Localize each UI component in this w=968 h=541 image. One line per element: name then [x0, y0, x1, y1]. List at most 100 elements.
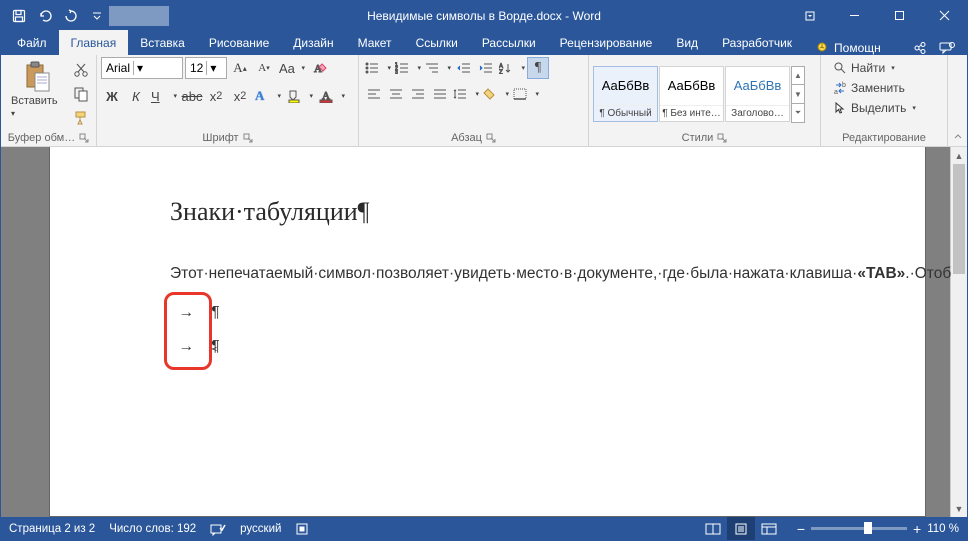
- style-normal[interactable]: АаБбВв ¶ Обычный: [593, 66, 658, 122]
- decrease-indent-button[interactable]: [453, 57, 475, 79]
- paste-button[interactable]: Вставить ▾: [5, 57, 68, 123]
- replace-button[interactable]: abЗаменить: [829, 79, 909, 97]
- group-paragraph: ▾ 123▾ ▾ AZ▾ ¶ ▾ ▾ ▾ Абз: [359, 55, 589, 146]
- bold-button[interactable]: Ж: [101, 85, 123, 107]
- align-center-button[interactable]: [385, 83, 407, 105]
- align-right-button[interactable]: [407, 83, 429, 105]
- font-size-combo[interactable]: 12▾: [185, 57, 227, 79]
- document-area: Знаки·табуляции¶ Этот·непечатаемый·симво…: [1, 147, 967, 517]
- paragraph-launcher[interactable]: [486, 133, 496, 143]
- select-button[interactable]: Выделить▾: [829, 99, 920, 117]
- numbering-button[interactable]: 123▾: [393, 57, 423, 79]
- italic-button[interactable]: К: [125, 85, 147, 107]
- scroll-up[interactable]: ▲: [951, 147, 967, 164]
- group-editing: Найти▾ abЗаменить Выделить▾ Редактирован…: [821, 55, 947, 146]
- zoom-out-button[interactable]: −: [797, 521, 805, 537]
- page-number[interactable]: Страница 2 из 2: [9, 523, 95, 535]
- save-button[interactable]: [7, 4, 31, 28]
- zoom-level[interactable]: 110 %: [927, 523, 959, 535]
- tab-home[interactable]: Главная: [59, 30, 129, 55]
- font-name-combo[interactable]: Arial▾: [101, 57, 183, 79]
- print-layout-button[interactable]: [727, 517, 755, 540]
- ribbon: Вставить ▾ Буфер обм… Arial▾ 12▾ A▴ A▾ A…: [1, 55, 967, 147]
- underline-button[interactable]: Ч▾: [149, 85, 179, 107]
- spellcheck-icon[interactable]: [210, 522, 226, 536]
- tab-view[interactable]: Вид: [664, 30, 710, 55]
- style-no-spacing[interactable]: АаБбВв ¶ Без инте…: [659, 66, 724, 122]
- find-button[interactable]: Найти▾: [829, 59, 899, 77]
- zoom-control: − + 110 %: [797, 521, 959, 537]
- styles-launcher[interactable]: [717, 133, 727, 143]
- web-layout-button[interactable]: [755, 517, 783, 540]
- line-spacing-button[interactable]: ▾: [451, 83, 481, 105]
- qat-customize-button[interactable]: [85, 4, 109, 28]
- share-button[interactable]: [913, 41, 927, 55]
- svg-text:a: a: [834, 89, 838, 95]
- styles-up[interactable]: ▲: [791, 66, 805, 86]
- font-launcher[interactable]: [243, 133, 253, 143]
- justify-button[interactable]: [429, 83, 451, 105]
- tab-line-2: → ¶✂: [170, 330, 815, 364]
- tell-me-button[interactable]: Помощн: [808, 41, 889, 55]
- zoom-in-button[interactable]: +: [913, 521, 921, 537]
- scroll-thumb[interactable]: [953, 164, 965, 274]
- tab-line-1: → ¶: [170, 296, 815, 330]
- tab-mailings[interactable]: Рассылки: [470, 30, 548, 55]
- sort-button[interactable]: AZ▾: [497, 57, 527, 79]
- undo-button[interactable]: [33, 4, 57, 28]
- maximize-button[interactable]: [877, 1, 922, 30]
- text-effects-button[interactable]: A▾: [253, 85, 283, 107]
- tab-file[interactable]: Файл: [5, 30, 59, 55]
- borders-button[interactable]: ▾: [511, 83, 541, 105]
- language[interactable]: русский: [240, 523, 281, 535]
- tab-draw[interactable]: Рисование: [197, 30, 281, 55]
- minimize-button[interactable]: [832, 1, 877, 30]
- close-button[interactable]: [922, 1, 967, 30]
- superscript-button[interactable]: x2: [229, 85, 251, 107]
- highlight-button[interactable]: ▾: [285, 85, 315, 107]
- tab-insert[interactable]: Вставка: [128, 30, 197, 55]
- zoom-slider[interactable]: [811, 527, 907, 530]
- comments-button[interactable]: [939, 41, 955, 55]
- document-page[interactable]: Знаки·табуляции¶ Этот·непечатаемый·симво…: [49, 147, 926, 517]
- copy-button[interactable]: [70, 83, 92, 105]
- subscript-button[interactable]: x2: [205, 85, 227, 107]
- change-case-button[interactable]: Aa▾: [277, 57, 307, 79]
- svg-text:Z: Z: [499, 70, 503, 74]
- tab-review[interactable]: Рецензирование: [548, 30, 665, 55]
- clipboard-launcher[interactable]: [79, 133, 89, 143]
- user-account[interactable]: [109, 6, 169, 26]
- font-color-button[interactable]: A▾: [317, 85, 347, 107]
- word-count[interactable]: Число слов: 192: [109, 523, 196, 535]
- shading-button[interactable]: ▾: [481, 83, 511, 105]
- ribbon-options-button[interactable]: [787, 1, 832, 30]
- grow-font-button[interactable]: A▴: [229, 57, 251, 79]
- show-hide-button[interactable]: ¶: [527, 57, 549, 79]
- increase-indent-button[interactable]: [475, 57, 497, 79]
- cut-button[interactable]: [70, 59, 92, 81]
- redo-button[interactable]: [59, 4, 83, 28]
- read-mode-button[interactable]: [699, 517, 727, 540]
- tab-references[interactable]: Ссылки: [404, 30, 470, 55]
- strikethrough-button[interactable]: abc: [181, 85, 203, 107]
- shrink-font-button[interactable]: A▾: [253, 57, 275, 79]
- view-buttons: [699, 517, 783, 540]
- bullets-button[interactable]: ▾: [363, 57, 393, 79]
- scroll-down[interactable]: ▼: [951, 500, 967, 517]
- tab-layout[interactable]: Макет: [346, 30, 404, 55]
- tab-design[interactable]: Дизайн: [281, 30, 345, 55]
- align-left-button[interactable]: [363, 83, 385, 105]
- macro-icon[interactable]: [295, 522, 309, 536]
- styles-more[interactable]: ⏷: [791, 103, 805, 123]
- paragraph: Этот·непечатаемый·символ·позволяет·увиде…: [170, 241, 815, 286]
- clear-formatting-button[interactable]: A: [309, 57, 331, 79]
- heading: Знаки·табуляции¶: [170, 197, 815, 227]
- collapse-ribbon-button[interactable]: [947, 55, 967, 146]
- title-bar: Невидимые символы в Ворде.docx - Word: [1, 1, 967, 30]
- tab-developer[interactable]: Разработчик: [710, 30, 804, 55]
- multilevel-button[interactable]: ▾: [423, 57, 453, 79]
- style-heading1[interactable]: АаБбВв Заголово…: [725, 66, 790, 122]
- styles-down[interactable]: ▼: [791, 84, 805, 104]
- format-painter-button[interactable]: [70, 107, 92, 129]
- vertical-scrollbar[interactable]: ▲ ▼: [950, 147, 967, 517]
